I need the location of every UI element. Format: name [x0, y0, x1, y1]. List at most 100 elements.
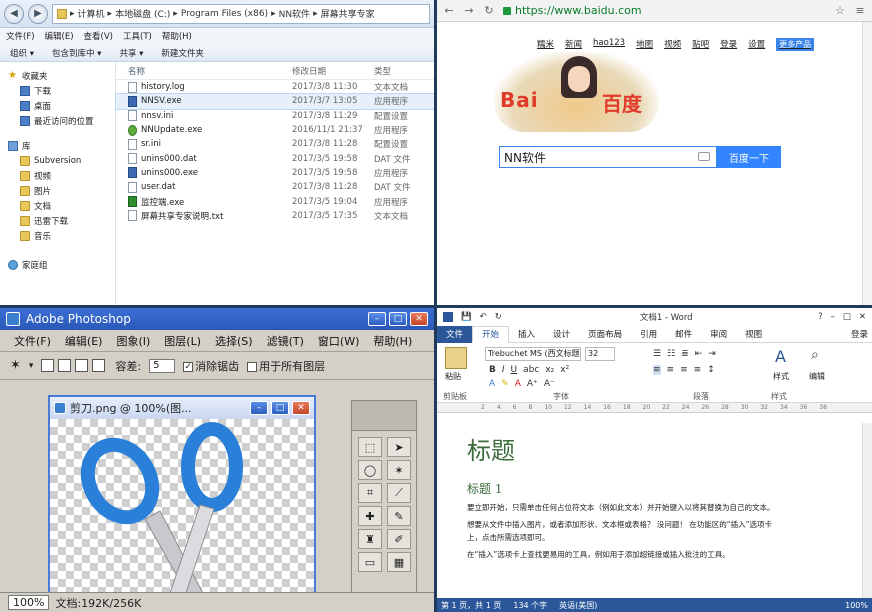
tab-0[interactable]: 文件 — [437, 325, 473, 343]
zoom-level[interactable]: 100% — [845, 601, 868, 610]
multilevel-icon[interactable]: ≣ — [681, 349, 689, 359]
file-row[interactable]: NNSV.exe 2017/3/7 13:05 应用程序 — [115, 93, 434, 110]
nav-link[interactable]: 新闻 — [565, 38, 582, 51]
line-spacing-icon[interactable]: ↕ — [707, 365, 715, 375]
marquee-tool-icon[interactable]: ⬚ — [358, 437, 382, 457]
menu-item[interactable]: 窗口(W) — [318, 333, 359, 348]
sidebar-item-homegroup[interactable]: 家庭组 — [8, 257, 115, 272]
sidebar-item-library-entry[interactable]: 图片 — [8, 183, 115, 198]
breadcrumb[interactable]: ▸ 计算机 ▸ 本地磁盘 (C:) ▸ Program Files (x86) ▸ NN软件 ▸… — [52, 3, 430, 24]
back-icon[interactable]: ← — [443, 4, 455, 17]
column-type[interactable]: 类型 — [374, 65, 434, 77]
sidebar-item-library-entry[interactable]: 视频 — [8, 168, 115, 183]
strikethrough-icon[interactable]: abc — [523, 365, 539, 375]
save-icon[interactable]: 💾 — [461, 312, 472, 322]
star-icon[interactable]: ☆ — [834, 4, 846, 17]
camera-icon[interactable] — [698, 152, 710, 161]
menu-item[interactable]: 文件(F) — [14, 333, 51, 348]
forward-icon[interactable]: → — [463, 4, 475, 17]
sidebar-item-favorite[interactable]: 最近访问的位置 — [8, 113, 115, 128]
subtract-selection-icon[interactable] — [75, 359, 89, 372]
page-count[interactable]: 第 1 页，共 1 页 — [441, 600, 501, 611]
file-row[interactable]: nnsv.ini 2017/3/8 11:29 配置设置 — [116, 109, 434, 123]
menu-item[interactable]: 帮助(H) — [373, 333, 412, 348]
column-name[interactable]: 名称 — [116, 65, 292, 77]
bold-icon[interactable]: B — [489, 365, 496, 375]
file-row[interactable]: history.log 2017/3/8 11:30 文本文档 — [116, 80, 434, 94]
file-row[interactable]: unins000.dat 2017/3/5 19:58 DAT 文件 — [116, 151, 434, 165]
maximize-icon[interactable]: □ — [389, 312, 407, 326]
sidebar-item-favorite[interactable]: 下载 — [8, 83, 115, 98]
tab-7[interactable]: 审阅 — [701, 326, 736, 343]
menu-icon[interactable]: ≡ — [854, 4, 866, 17]
new-selection-icon[interactable] — [41, 359, 55, 372]
intersect-selection-icon[interactable] — [92, 359, 106, 372]
word-count[interactable]: 134 个字 — [513, 600, 547, 611]
align-center-icon[interactable]: ≡ — [667, 365, 675, 375]
find-icon[interactable]: ⌕ — [811, 347, 819, 363]
history-brush-icon[interactable]: ✐ — [387, 529, 411, 549]
breadcrumb-item[interactable]: NN软件 — [279, 7, 310, 20]
undo-icon[interactable]: ↶ — [480, 312, 487, 322]
sidebar-item-library-entry[interactable]: 文档 — [8, 198, 115, 213]
stamp-tool-icon[interactable]: ♜ — [358, 529, 382, 549]
file-row[interactable]: NNUpdate.exe 2016/11/1 21:37 应用程序 — [116, 123, 434, 137]
scrollbar[interactable] — [862, 22, 872, 305]
menu-item[interactable]: 帮助(H) — [162, 30, 192, 42]
toolbar-button[interactable]: 新建文件夹 — [161, 47, 204, 59]
menu-item[interactable]: 编辑(E) — [45, 30, 74, 42]
toolbar-button[interactable]: 包含到库中 ▾ — [52, 47, 101, 59]
font-size-select[interactable]: 32 — [585, 347, 615, 361]
menu-item[interactable]: 滤镜(T) — [267, 333, 304, 348]
ruler[interactable]: 2 4 6 8 10 12 14 16 18 20 22 24 26 28 30 32 34 36 38 — [437, 403, 872, 413]
tab-2[interactable]: 插入 — [509, 326, 544, 343]
nav-link[interactable]: hao123 — [593, 38, 625, 51]
menu-item[interactable]: 编辑(E) — [65, 333, 103, 348]
nav-link[interactable]: 视频 — [664, 38, 681, 51]
menu-item[interactable]: 工具(T) — [123, 30, 152, 42]
url-bar[interactable]: https://www.baidu.com — [503, 2, 826, 19]
paste-icon[interactable] — [445, 347, 467, 369]
close-icon[interactable]: ✕ — [859, 312, 866, 322]
tool-preset-dropdown-icon[interactable]: ▾ — [29, 361, 34, 371]
tolerance-input[interactable]: 5 — [149, 358, 176, 373]
nav-link[interactable]: 糯米 — [537, 38, 554, 51]
reload-icon[interactable]: ↻ — [483, 4, 495, 17]
sidebar-item-favorites[interactable]: ★ 收藏夹 — [8, 68, 115, 83]
nav-link[interactable]: 贴吧 — [692, 38, 709, 51]
doc-close-icon[interactable]: ✕ — [292, 401, 310, 415]
eraser-tool-icon[interactable]: ▭ — [358, 552, 382, 572]
magic-wand-icon[interactable]: ✶ — [10, 358, 21, 373]
login-link[interactable]: 登录 — [851, 328, 872, 340]
file-row[interactable]: 屏幕共享专家说明.txt 2017/3/5 17:35 文本文档 — [116, 209, 434, 223]
forward-icon[interactable]: ▶ — [28, 3, 48, 24]
tab-8[interactable]: 视图 — [736, 326, 771, 343]
toolbar-button[interactable]: 共享 ▾ — [119, 47, 143, 59]
tab-1[interactable]: 开始 — [472, 325, 510, 343]
sidebar-item-library-entry[interactable]: 迅雷下载 — [8, 213, 115, 228]
breadcrumb-item[interactable]: 屏幕共享专家 — [321, 7, 375, 20]
close-icon[interactable]: ✕ — [410, 312, 428, 326]
file-row[interactable]: user.dat 2017/3/8 11:28 DAT 文件 — [116, 180, 434, 194]
grow-font-icon[interactable]: A⁺ — [527, 379, 538, 389]
paste-button[interactable]: 粘贴 — [445, 371, 461, 382]
toolbar-button[interactable]: 组织 ▾ — [10, 47, 34, 59]
menu-item[interactable]: 选择(S) — [215, 333, 253, 348]
sidebar-item-library[interactable]: 库 — [8, 138, 115, 153]
scrollbar[interactable] — [862, 423, 872, 598]
language[interactable]: 英语(美国) — [559, 600, 597, 611]
back-icon[interactable]: ◀ — [4, 3, 24, 24]
align-right-icon[interactable]: ≡ — [680, 365, 688, 375]
doc-maximize-icon[interactable]: □ — [271, 401, 289, 415]
superscript-icon[interactable]: x² — [560, 365, 569, 375]
breadcrumb-item[interactable]: Program Files (x86) — [181, 9, 268, 19]
help-icon[interactable]: ? — [818, 312, 823, 322]
slice-tool-icon[interactable]: ⟋ — [387, 483, 411, 503]
sidebar-item-library-entry[interactable]: 音乐 — [8, 228, 115, 243]
menu-item[interactable]: 图象(I) — [116, 333, 150, 348]
column-date[interactable]: 修改日期 — [292, 65, 374, 77]
sidebar-item-library-entry[interactable]: Subversion — [8, 153, 115, 168]
lasso-tool-icon[interactable]: ◯ — [358, 460, 382, 480]
search-button[interactable]: 百度一下 — [717, 146, 781, 168]
tab-5[interactable]: 引用 — [631, 326, 666, 343]
